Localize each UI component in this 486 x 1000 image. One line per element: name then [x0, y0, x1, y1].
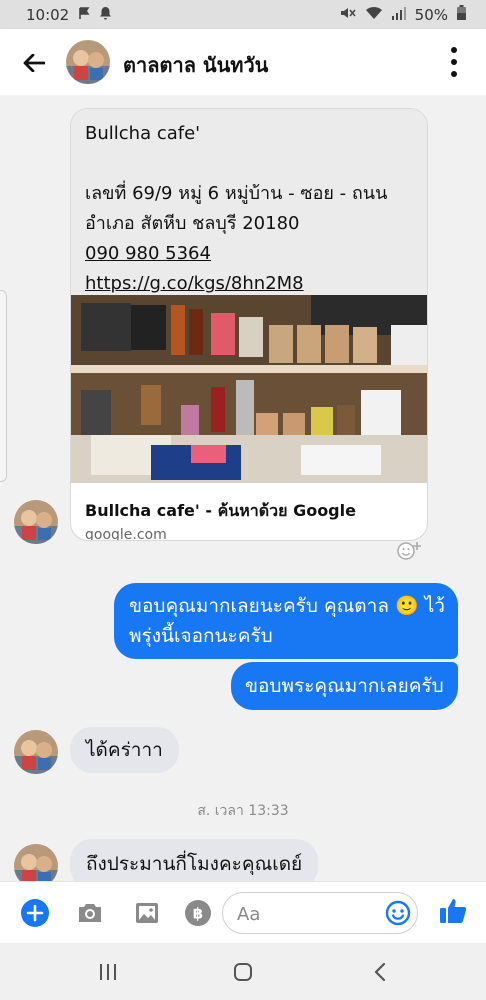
message-timestamp: ส. เวลา 13:33 [197, 803, 289, 819]
card-line: เลขที่ 69/9 หมู่ 6 หมู่บ้าน - ซอย - ถนน [85, 183, 388, 204]
message-list[interactable]: Bullcha cafe' เลขที่ 69/9 หมู่ 6 หมู่บ้า… [0, 95, 486, 881]
signal-icon [391, 6, 406, 24]
flag-icon [78, 6, 90, 24]
phone-link[interactable]: 090 980 5364 [85, 239, 415, 269]
shared-place-message[interactable]: Bullcha cafe' เลขที่ 69/9 หมู่ 6 หมู่บ้า… [70, 108, 428, 541]
add-reaction-button[interactable] [393, 536, 425, 564]
card-line: อำเภอ สัตหีบ ชลบุรี 20180 [85, 213, 300, 234]
conversation-header: ตาลตาล นันทวัน [0, 29, 486, 95]
emoji-button[interactable] [385, 900, 411, 926]
like-button[interactable] [437, 895, 469, 927]
contact-name[interactable]: ตาลตาล นันทวัน [123, 49, 268, 81]
more-options-button[interactable] [444, 47, 464, 77]
back-button[interactable] [20, 49, 48, 77]
message-input-wrapper [222, 892, 418, 934]
dot [451, 47, 457, 53]
message-line: พรุ่งนี้เจอกนะครับ [129, 625, 273, 647]
message-line: ขอบคุณมากเลยนะครับ คุณตาล 🙂 ไว้ [129, 595, 445, 617]
sender-avatar[interactable] [14, 730, 58, 774]
message-input[interactable] [235, 901, 379, 927]
link-title[interactable]: Bullcha cafe' - ค้นหาด้วย Google [85, 499, 356, 524]
wifi-icon [365, 6, 383, 24]
dot [451, 71, 457, 77]
gallery-button[interactable] [132, 898, 162, 928]
thumbs-up-icon [440, 899, 467, 923]
status-bar: 10:02 50% [0, 0, 486, 29]
incoming-message[interactable]: ถึงประมานกี่โมงคะคุณเดย์ [70, 839, 319, 881]
card-line [85, 149, 415, 179]
more-actions-button[interactable] [20, 898, 50, 928]
edge-panel-handle[interactable] [0, 290, 7, 482]
home-button[interactable] [229, 959, 257, 985]
home-icon [234, 963, 252, 981]
dot [451, 59, 457, 65]
sender-avatar[interactable] [14, 844, 58, 881]
payment-button[interactable]: ฿ [183, 898, 213, 928]
system-back-button[interactable] [366, 959, 394, 985]
message-line: ขอบพระคุณมากเลยครับ [245, 675, 444, 697]
chevron-left-icon [374, 962, 386, 982]
camera-button[interactable] [75, 898, 105, 928]
sender-avatar[interactable] [14, 500, 58, 544]
svg-text:฿: ฿ [193, 905, 203, 923]
contact-avatar[interactable] [66, 40, 110, 84]
link-domain: google.com [85, 527, 167, 541]
outgoing-message[interactable]: ขอบคุณมากเลยนะครับ คุณตาล 🙂 ไว้ พรุ่งนี้… [114, 583, 458, 659]
status-time: 10:02 [26, 5, 70, 24]
composer-bar: ฿ [0, 881, 486, 944]
battery-icon [457, 5, 466, 24]
card-text: Bullcha cafe' เลขที่ 69/9 หมู่ 6 หมู่บ้า… [85, 119, 415, 299]
smiley-plus-icon [397, 542, 421, 560]
plus-icon [21, 899, 49, 927]
recent-apps-button[interactable] [94, 959, 122, 985]
smiley-icon [385, 900, 411, 926]
incoming-message[interactable]: ได้คร่าาา [70, 727, 179, 773]
mute-icon [340, 6, 356, 24]
bell-icon [99, 6, 112, 24]
image-icon [136, 903, 158, 923]
link-preview-image[interactable] [71, 295, 428, 483]
camera-icon [79, 904, 101, 922]
battery-level: 50% [414, 5, 448, 24]
system-nav-bar [0, 943, 486, 1000]
arrow-left-icon [23, 54, 45, 72]
outgoing-message[interactable]: ขอบพระคุณมากเลยครับ [231, 662, 458, 710]
card-line: Bullcha cafe' [85, 123, 201, 144]
recents-icon [100, 964, 116, 980]
baht-icon: ฿ [185, 900, 211, 926]
